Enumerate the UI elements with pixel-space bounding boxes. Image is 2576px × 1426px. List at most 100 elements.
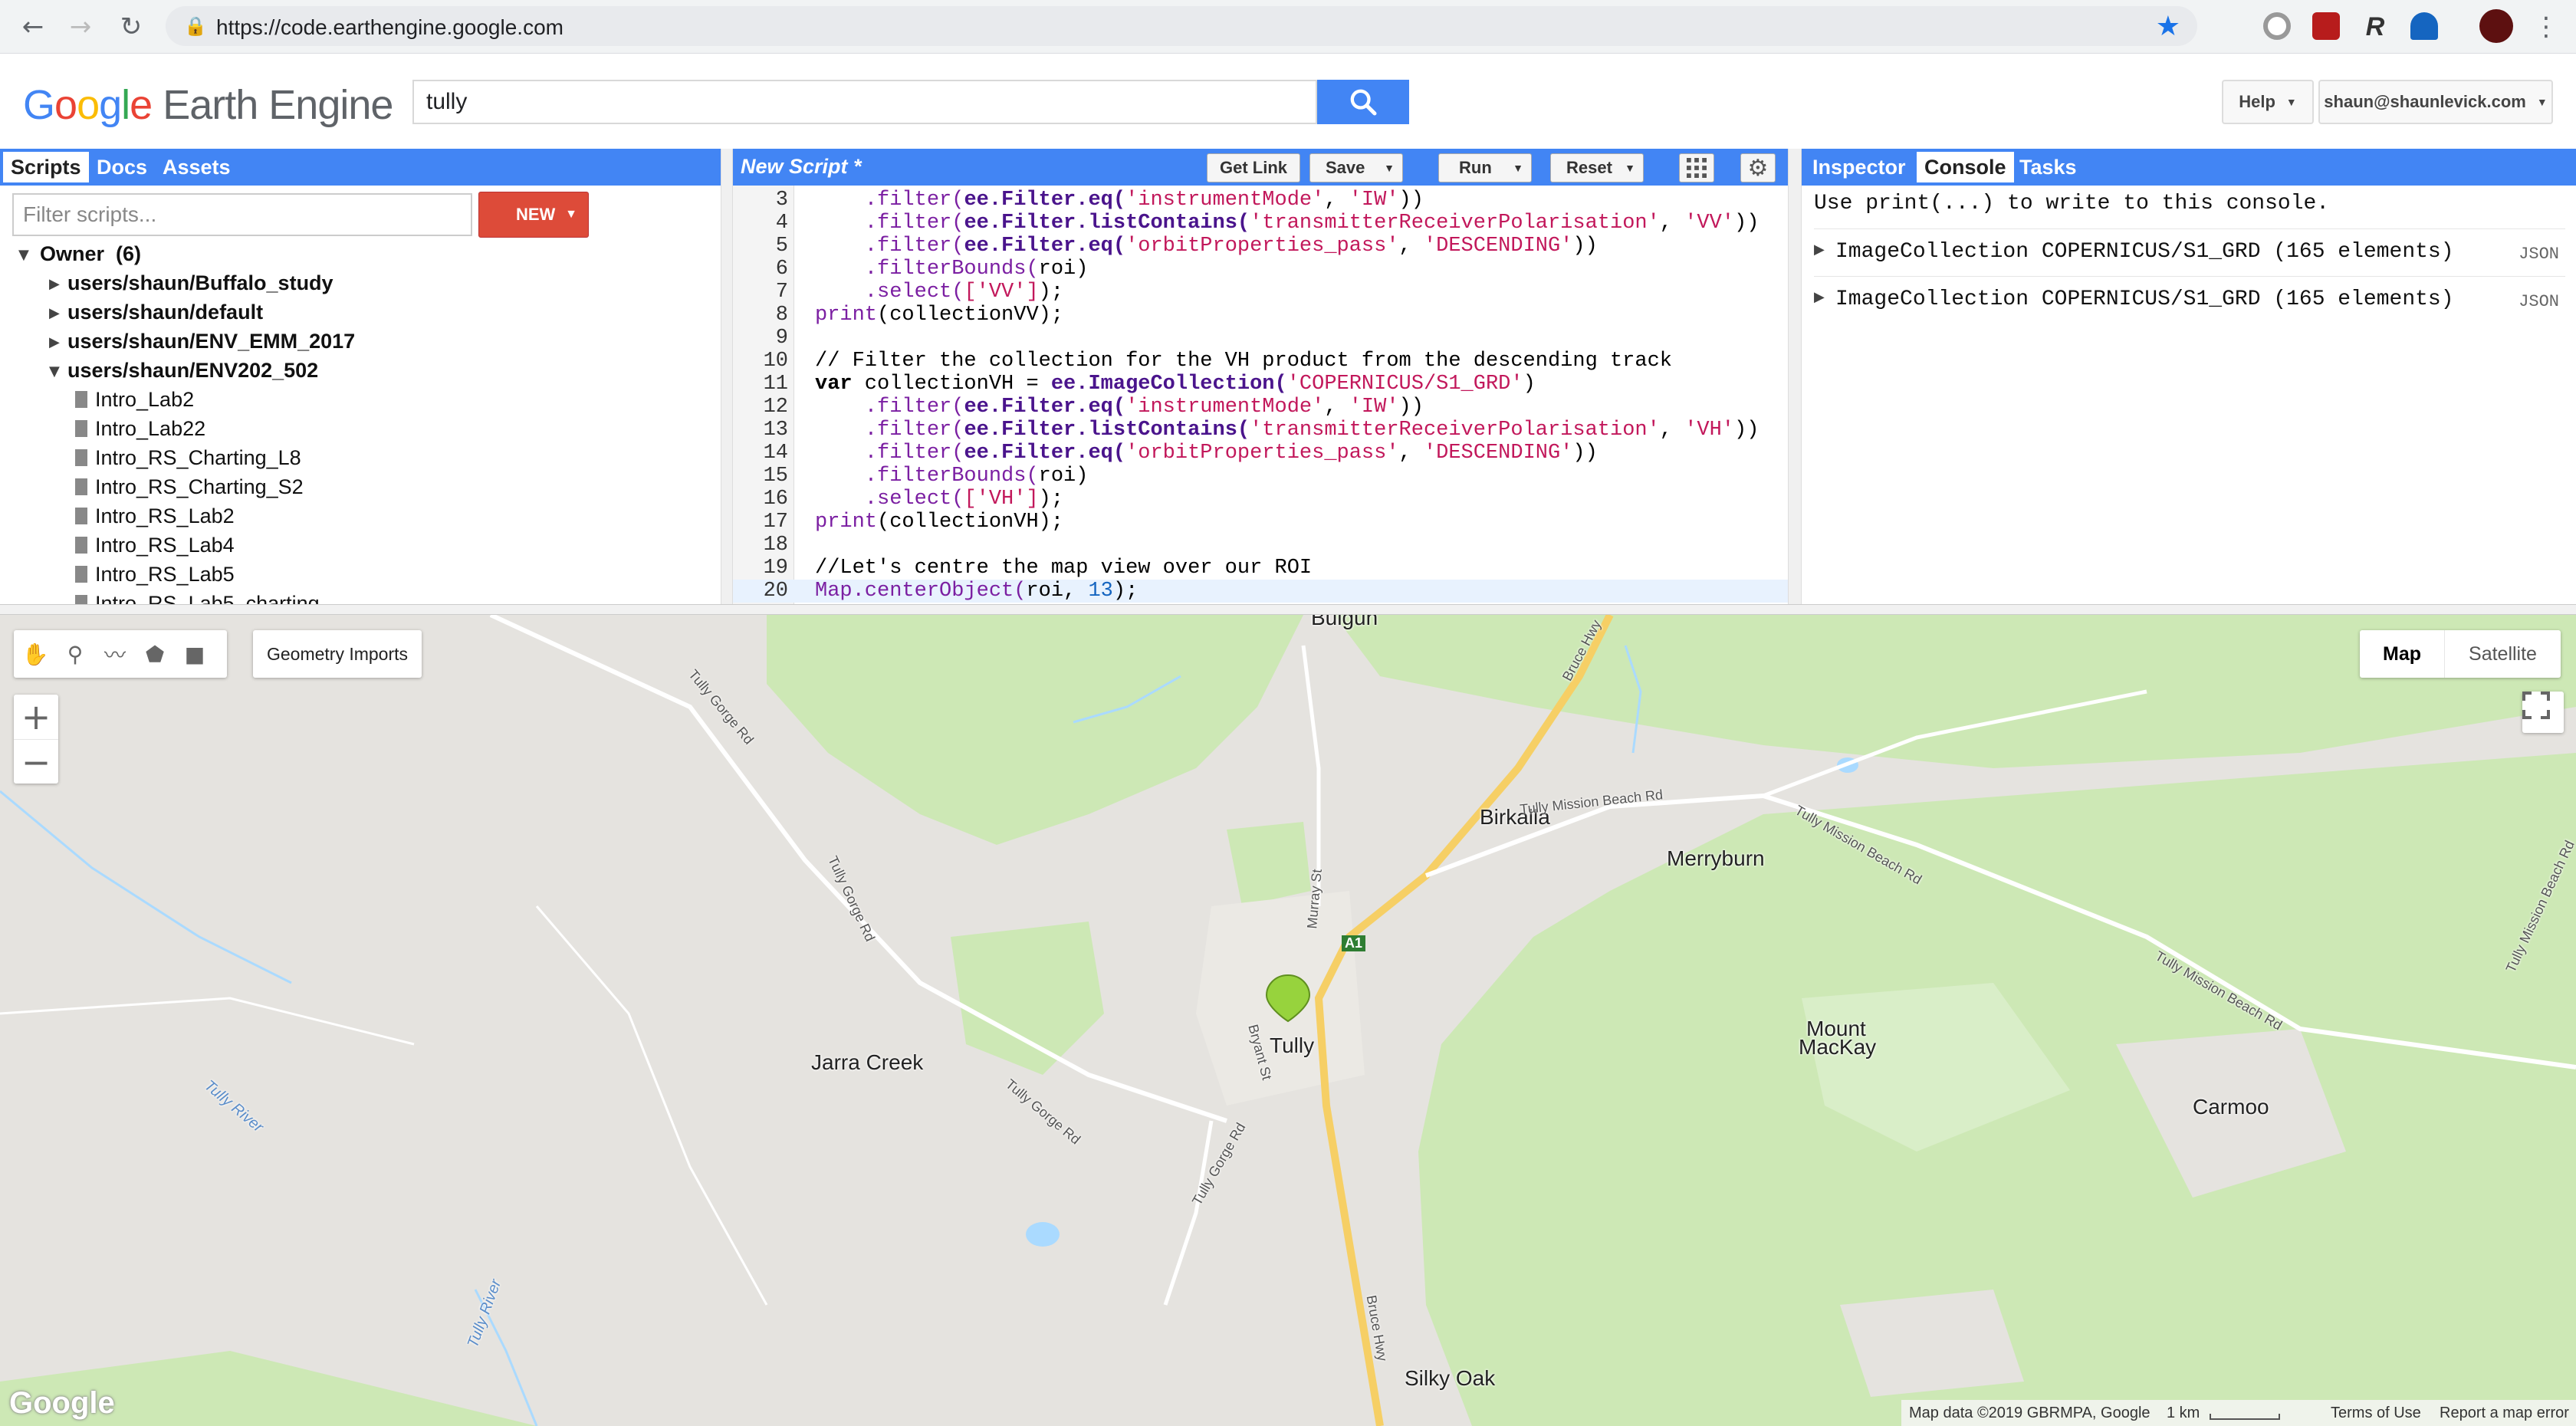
report-error-link[interactable]: Report a map error [2440, 1405, 2569, 1422]
back-icon[interactable]: ← [15, 9, 51, 44]
code-token: .filter( [864, 189, 964, 212]
geometry-imports-button[interactable]: Geometry Imports [253, 630, 422, 678]
new-script-button[interactable]: NEW ▼ [478, 192, 589, 238]
triangle-down-icon[interactable]: ▼ [18, 247, 29, 263]
code-token: roi [1038, 258, 1076, 281]
reset-button[interactable]: Reset ▼ [1550, 153, 1644, 182]
terms-link[interactable]: Terms of Use [2331, 1405, 2421, 1422]
address-bar[interactable]: 🔒 https://code.earthengine.google.com ★ [166, 6, 2197, 46]
json-link[interactable]: JSON [2518, 292, 2559, 311]
tree-file[interactable]: Intro_Lab22 [95, 417, 205, 441]
line-number: 12 [763, 396, 788, 419]
code-line: 13 .filter(ee.Filter.listContains('trans… [733, 419, 1788, 442]
code-editor[interactable]: 3 .filter(ee.Filter.eq('instrumentMode',… [733, 186, 1788, 604]
map-type-satellite[interactable]: Satellite [2444, 630, 2561, 678]
map-splitter[interactable] [0, 604, 2576, 615]
code-token: , [1659, 419, 1685, 442]
forward-icon[interactable]: → [63, 9, 98, 44]
extension-blue-icon[interactable] [2410, 12, 2438, 40]
map-view[interactable]: Tully Birkalla Merryburn Jarra Creek Mou… [0, 615, 2576, 1426]
tree-file[interactable]: Intro_RS_Charting_L8 [95, 446, 301, 470]
more-menu-icon[interactable]: ⋮ [2528, 9, 2564, 44]
right-splitter[interactable] [1788, 149, 1802, 604]
console-output-row[interactable]: ▶ ImageCollection COPERNICUS/S1_GRD (165… [1814, 228, 2565, 274]
tab-docs[interactable]: Docs [89, 152, 155, 182]
console-panel: Use print(...) to write to this console.… [1802, 186, 2576, 604]
triangle-right-icon[interactable]: ▶ [1814, 242, 1825, 258]
app-header: GoogleEarth Engine Help ▼ shaun@shaunlevi… [0, 54, 2576, 149]
tab-assets[interactable]: Assets [155, 152, 238, 182]
tree-file[interactable]: Intro_RS_Lab5 [95, 563, 235, 586]
get-link-button[interactable]: Get Link [1207, 153, 1300, 182]
extension-circle-icon[interactable] [2263, 12, 2291, 40]
code-line: 5 .filter(ee.Filter.eq('orbitProperties_… [733, 235, 1788, 258]
extension-red-icon[interactable] [2312, 12, 2340, 40]
run-button[interactable]: Run ▼ [1438, 153, 1532, 182]
tree-repo[interactable]: users/shaun/ENV_EMM_2017 [67, 330, 355, 353]
tab-console[interactable]: Console [1917, 152, 2014, 182]
tree-repo[interactable]: users/shaun/default [67, 301, 263, 324]
file-icon [75, 449, 87, 466]
code-token: collectionVH = [852, 373, 1051, 396]
logo-product: Earth Engine [163, 82, 393, 128]
line-number: 19 [763, 557, 788, 580]
extension-r-icon[interactable]: R [2361, 12, 2389, 41]
left-splitter[interactable] [721, 149, 733, 604]
logo-google: Google [23, 82, 153, 128]
bookmark-star-icon[interactable]: ★ [2156, 11, 2180, 42]
tab-tasks[interactable]: Tasks [2012, 152, 2085, 182]
profile-avatar[interactable] [2479, 9, 2513, 43]
search-box [412, 80, 1317, 124]
save-label: Save [1326, 158, 1365, 177]
console-output-row[interactable]: ▶ ImageCollection COPERNICUS/S1_GRD (165… [1814, 276, 2565, 322]
search-button[interactable] [1317, 80, 1409, 124]
search-input[interactable] [414, 81, 1316, 123]
map-type-map[interactable]: Map [2360, 630, 2444, 678]
polygon-icon[interactable]: ⬟ [136, 636, 173, 672]
code-line: 7 .select(['VV']); [733, 281, 1788, 304]
code-line-active: 20 Map.centerObject(roi, 13); [733, 580, 1788, 603]
code-text: var collectionVH = ee.ImageCollection('C… [815, 373, 1536, 396]
polyline-icon[interactable]: 〰 [97, 636, 133, 672]
triangle-right-icon[interactable]: ▶ [1814, 289, 1825, 305]
tree-repo[interactable]: users/shaun/ENV202_502 [67, 359, 318, 383]
tree-file[interactable]: Intro_RS_Lab4 [95, 534, 235, 557]
json-link[interactable]: JSON [2518, 245, 2559, 264]
code-line: 11 var collectionVH = ee.ImageCollection(… [733, 373, 1788, 396]
earth-engine-logo[interactable]: Google Earth Engine [23, 81, 393, 129]
triangle-down-icon[interactable]: ▼ [49, 363, 60, 380]
owner-label: Owner [40, 242, 105, 265]
tree-repo[interactable]: users/shaun/Buffalo_study [67, 271, 334, 295]
hand-pan-icon[interactable]: ✋ [17, 636, 54, 672]
triangle-right-icon[interactable]: ▶ [49, 276, 60, 292]
user-account-button[interactable]: shaun@shaunlevick.com ▼ [2318, 80, 2553, 124]
code-comment: //Let's centre the map view over our ROI [815, 557, 1313, 580]
code-token: Map.centerObject( [815, 580, 1027, 603]
help-button[interactable]: Help ▼ [2222, 80, 2314, 124]
console-output-text: ImageCollection COPERNICUS/S1_GRD (165 e… [1835, 288, 2454, 311]
tab-scripts[interactable]: Scripts [3, 152, 89, 182]
settings-gear-icon[interactable]: ⚙ [1740, 153, 1776, 182]
tree-file[interactable]: Intro_RS_Charting_S2 [95, 475, 304, 499]
zoom-out-icon[interactable]: − [14, 739, 58, 784]
point-marker-icon[interactable]: ⚲ [57, 636, 94, 672]
tree-owner[interactable]: Owner (6) [40, 242, 141, 266]
save-button[interactable]: Save ▼ [1309, 153, 1403, 182]
tree-file[interactable]: Intro_RS_Lab2 [95, 504, 235, 528]
reload-icon[interactable]: ↻ [113, 9, 149, 44]
rectangle-icon[interactable]: ■ [176, 636, 213, 672]
tab-inspector[interactable]: Inspector [1805, 152, 1914, 182]
line-number: 6 [775, 258, 788, 281]
scripts-panel: NEW ▼ ▼ Owner (6) ▶ users/shaun/Buffalo_s… [0, 186, 721, 604]
tree-file[interactable]: Intro_Lab2 [95, 388, 194, 412]
fullscreen-button[interactable] [2522, 692, 2564, 733]
filter-scripts-input[interactable] [12, 193, 472, 236]
apps-grid-button[interactable] [1679, 153, 1714, 182]
zoom-in-icon[interactable]: + [14, 695, 58, 739]
line-number: 14 [763, 442, 788, 465]
tree-file[interactable]: Intro_RS_Lab5_charting [95, 592, 320, 604]
code-text: .filter(ee.Filter.listContains('transmit… [815, 419, 1760, 442]
line-number: 15 [763, 465, 788, 488]
triangle-right-icon[interactable]: ▶ [49, 305, 60, 321]
triangle-right-icon[interactable]: ▶ [49, 334, 60, 350]
